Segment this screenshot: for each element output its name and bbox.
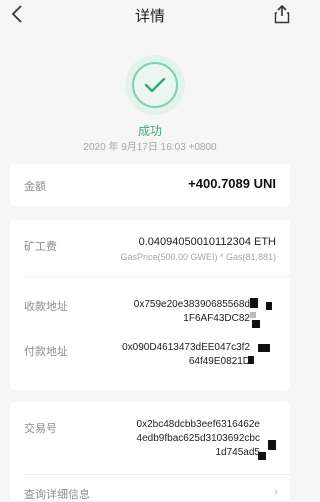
transaction-card: 交易号 0x2bc48dcbb3eef6316462e 4edb9fbac625…: [10, 402, 290, 501]
tx-hash-value[interactable]: 0x2bc48dcbb3eef6316462e 4edb9fbac625d310…: [90, 418, 260, 460]
fee-value: 0.04094050010112304 ETH: [138, 236, 276, 248]
from-address-line: 0x090D4613473dEE047c3f2: [122, 342, 250, 353]
from-address-value[interactable]: 0x090D4613473dEE047c3f2 64f49E0821D: [90, 341, 250, 369]
share-icon[interactable]: [274, 4, 294, 26]
redaction-mark: [250, 312, 256, 318]
chevron-right-icon: ›: [274, 484, 278, 498]
amount-label: 金额: [24, 181, 46, 193]
fee-detail: GasPrice(500.00 GWEI) * Gas(81,881): [120, 252, 276, 262]
top-bar: 详情: [0, 0, 300, 30]
tx-hash-line: 0x2bc48dcbb3eef6316462e: [136, 419, 260, 430]
check-icon: [132, 62, 178, 108]
redaction-mark: [250, 298, 258, 308]
tx-hash-line: 4edb9fbac625d3103692cbc: [136, 433, 260, 444]
to-address-line: 0x759e20e38390685568d: [133, 299, 250, 310]
to-address-value[interactable]: 0x759e20e38390685568d 1F6AF43DC82: [90, 298, 250, 326]
divider: [24, 276, 290, 277]
status-time: 2020 年 9月17日 16:03 +0800: [83, 142, 217, 153]
amount-card: 金额 +400.7089 UNI: [10, 164, 290, 206]
status-section: 成功 2020 年 9月17日 16:03 +0800: [0, 40, 300, 160]
redaction-mark: [258, 452, 266, 460]
page-title: 详情: [134, 8, 165, 25]
redaction-mark: [248, 356, 254, 364]
from-address-label: 付款地址: [24, 346, 68, 358]
fee-label: 矿工费: [24, 241, 57, 253]
redaction-mark: [252, 320, 260, 328]
tx-hash-label: 交易号: [24, 423, 57, 435]
details-card: 矿工费 0.04094050010112304 ETH GasPrice(500…: [10, 220, 290, 390]
redaction-mark: [266, 302, 272, 310]
amount-value: +400.7089 UNI: [188, 176, 276, 191]
status-text: 成功: [137, 124, 162, 138]
to-address-line: 1F6AF43DC82: [183, 313, 250, 324]
redaction-mark: [258, 344, 270, 352]
tx-hash-line: 1d745ad5: [215, 447, 261, 458]
from-address-line: 64f49E0821D: [188, 356, 250, 367]
status-badge: [125, 55, 185, 115]
divider: [24, 474, 290, 475]
to-address-label: 收款地址: [24, 301, 68, 313]
redaction-mark: [268, 440, 276, 450]
